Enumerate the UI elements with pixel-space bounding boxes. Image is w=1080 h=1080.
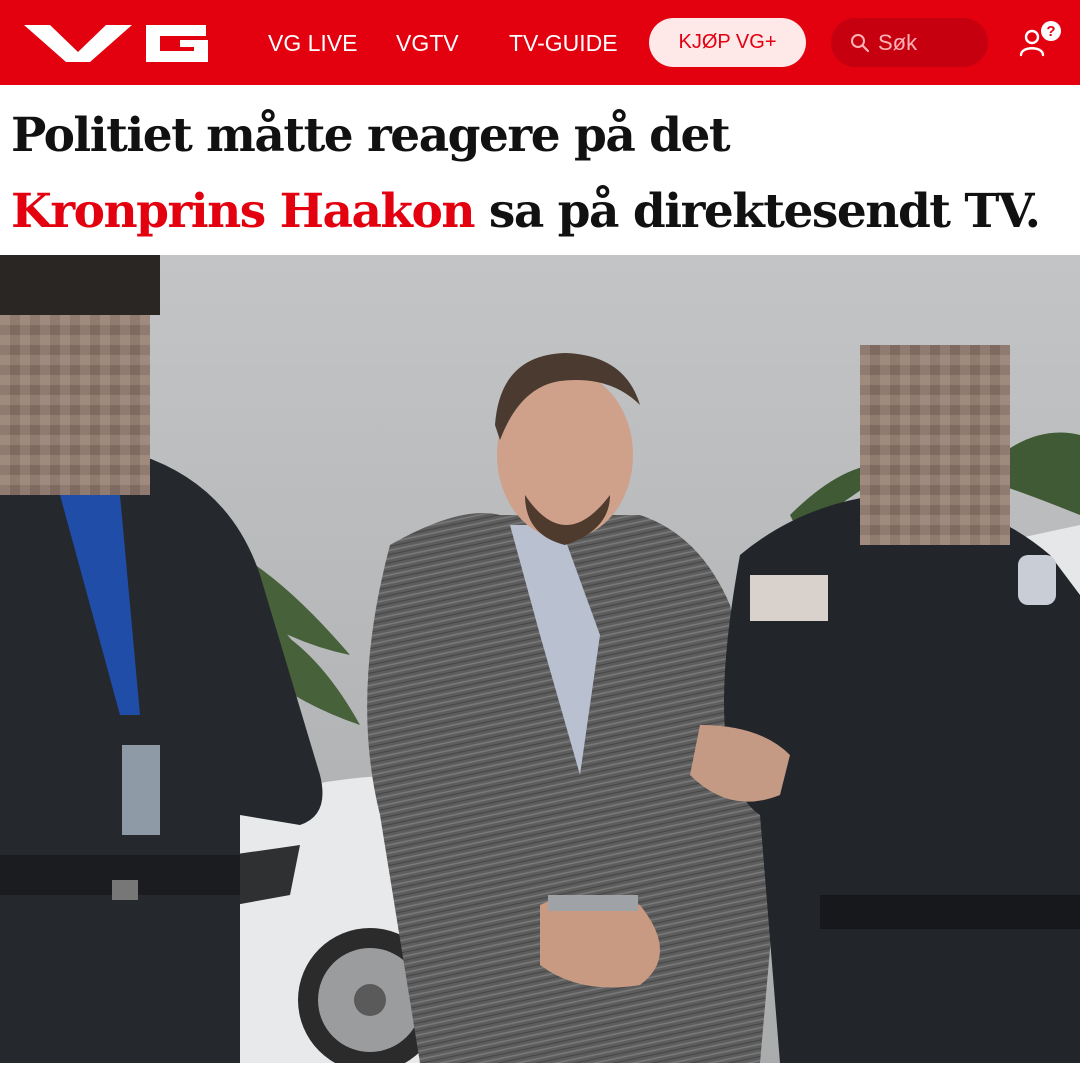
search-input[interactable]: Søk [831,18,988,67]
search-icon [851,33,870,52]
headline-highlight: Kronprins Haakon [11,184,476,239]
headline-line-2: Kronprins Haakon sa på direktesendt TV. [11,172,1041,252]
article-photo[interactable] [0,255,1080,1063]
user-account-button[interactable]: ? [1018,20,1064,64]
headline-line-1: Politiet måtte reagere på det [11,108,731,163]
nav-link-vg-live[interactable]: VG LIVE [268,27,357,59]
nav-link-vgtv[interactable]: VGTV [396,27,459,59]
vg-logo[interactable]: VG [24,22,210,64]
svg-text:?: ? [1046,23,1055,40]
question-badge-icon: ? [1041,21,1061,41]
top-navigation-bar: VG VG LIVE VGTV TV-GUIDE KJØP VG+ Søk ? [0,0,1080,85]
bottom-margin [0,1063,1080,1080]
buy-vg-plus-label: KJØP VG+ [678,31,777,53]
search-placeholder: Søk [878,29,918,55]
buy-vg-plus-button[interactable]: KJØP VG+ [649,18,806,67]
headline-line-2-rest: sa på direktesendt TV. [488,184,1041,239]
nav-link-tv-guide[interactable]: TV-GUIDE [509,27,618,59]
